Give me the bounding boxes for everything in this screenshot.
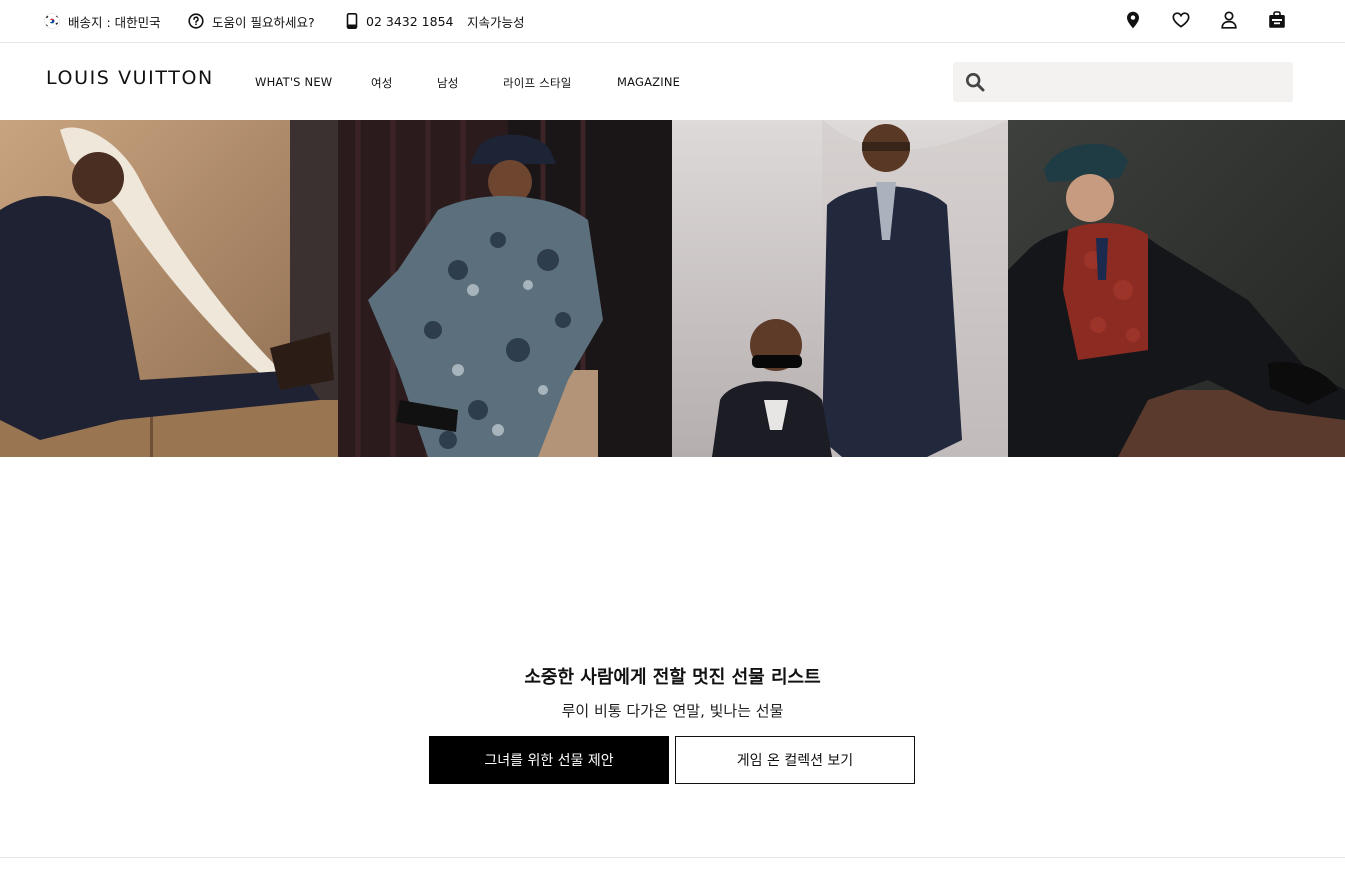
shipping-label: 배송지 : 대한민국 xyxy=(68,14,161,30)
nav-item-lifestyle[interactable]: 라이프 스타일 xyxy=(503,75,572,91)
flag-korea-icon xyxy=(44,13,60,29)
nav-item-women[interactable]: 여성 xyxy=(371,75,393,91)
promo-title: 소중한 사람에게 전할 멋진 선물 리스트 xyxy=(524,667,821,688)
nav-item-magazine[interactable]: MAGAZINE xyxy=(617,75,680,89)
hero-image-panel-1 xyxy=(0,120,338,457)
shopping-bag-icon xyxy=(1269,11,1285,28)
utility-bar: 배송지 : 대한민국 도움이 필요하세요? 02 3432 1854 지속가능성 xyxy=(0,0,1345,43)
promo-subtitle: 루이 비통 다가온 연말, 빛나는 선물 xyxy=(561,702,784,720)
wishlist-button[interactable] xyxy=(1171,10,1191,30)
nav-item-whats-new[interactable]: WHAT'S NEW xyxy=(255,75,332,89)
brand-logo[interactable]: LOUIS VUITTON xyxy=(46,67,214,89)
nav-item-men[interactable]: 남성 xyxy=(437,75,459,91)
search-bar[interactable] xyxy=(953,62,1293,102)
sustainability-label: 지속가능성 xyxy=(467,14,525,30)
account-button[interactable] xyxy=(1219,10,1239,30)
hero-image-panel-3 xyxy=(672,120,1008,457)
account-icon xyxy=(1221,11,1237,29)
section-divider xyxy=(0,857,1345,858)
hero-banner[interactable] xyxy=(0,120,1345,457)
help-label: 도움이 필요하세요? xyxy=(212,14,315,30)
sustainability-link[interactable]: 지속가능성 xyxy=(467,12,525,30)
main-header: LOUIS VUITTON WHAT'S NEW 여성 남성 라이프 스타일 M… xyxy=(0,43,1345,120)
shipping-country-selector[interactable]: 배송지 : 대한민국 xyxy=(44,12,161,30)
heart-icon xyxy=(1172,12,1190,28)
phone-link[interactable]: 02 3432 1854 xyxy=(346,12,453,30)
shopping-bag-button[interactable] xyxy=(1267,10,1287,30)
hero-image-panel-2 xyxy=(338,120,672,457)
game-on-collection-button[interactable]: 게임 온 컬렉션 보기 xyxy=(675,736,915,784)
search-input[interactable] xyxy=(997,62,1283,102)
location-pin-icon xyxy=(1127,11,1139,29)
phone-number: 02 3432 1854 xyxy=(366,13,454,29)
store-locator-button[interactable] xyxy=(1123,10,1143,30)
phone-icon xyxy=(346,13,358,29)
hero-image-panel-4 xyxy=(1008,120,1345,457)
help-circle-icon xyxy=(188,13,204,29)
help-link[interactable]: 도움이 필요하세요? xyxy=(188,12,315,30)
search-icon[interactable] xyxy=(965,72,985,92)
gifts-for-her-button[interactable]: 그녀를 위한 선물 제안 xyxy=(429,736,669,784)
